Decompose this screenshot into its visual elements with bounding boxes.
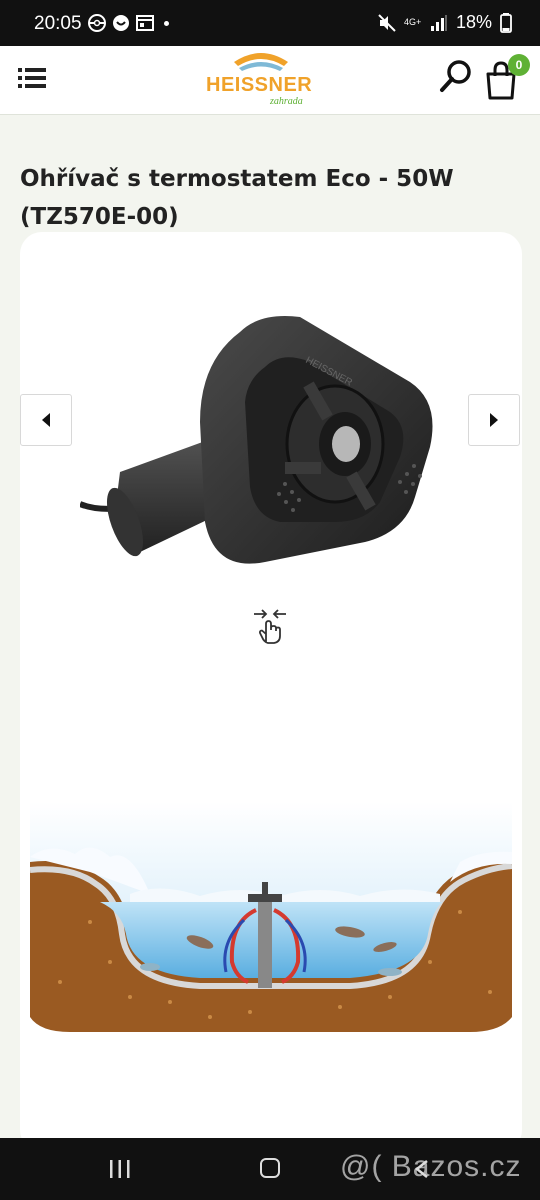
hamburger-icon[interactable] [18,66,46,90]
battery-icon [500,12,512,33]
product-gallery[interactable]: HEISSNER [20,232,522,1152]
product-image[interactable]: HEISSNER [80,272,460,572]
status-time: 20:05 [34,13,82,34]
bazos-watermark: @( Bazos.cz [340,1150,522,1183]
chat-app-icon [113,15,129,31]
search-icon [440,60,471,92]
heissner-logo[interactable]: HEISSNER zahrada [196,50,326,112]
home-icon[interactable] [260,1158,280,1178]
mute-icon [378,13,396,32]
pond-illustration[interactable] [30,802,512,1032]
gallery-prev-button[interactable] [20,394,72,446]
network-type: 4G+ [403,17,422,27]
product-title: Ohřívač s termostatem Eco - 50W (TZ570E-… [20,166,454,230]
pokemon-app-icon [88,14,106,32]
chevron-right-icon [490,413,498,427]
back-icon[interactable] [414,1160,430,1178]
signal-icon [430,14,447,31]
recents-icon[interactable] [108,1160,132,1178]
notification-dot [164,21,169,26]
swipe-hand-icon [254,609,286,644]
logo-subtext: zahrada [270,96,303,107]
gallery-next-button[interactable] [468,394,520,446]
cart-count-badge: 0 [508,54,530,76]
cart-button[interactable]: 0 [484,54,530,102]
logo-text: HEISSNER [206,74,313,96]
calendar-icon [136,15,154,31]
site-header: HEISSNER zahrada 0 [0,46,540,115]
system-nav-bar: @( Bazos.cz [0,1138,540,1200]
battery-percent: 18% [455,12,492,32]
chevron-left-icon [42,413,50,427]
status-bar: 20:05 4G+ 18% [0,0,540,46]
search-button[interactable] [431,52,481,102]
